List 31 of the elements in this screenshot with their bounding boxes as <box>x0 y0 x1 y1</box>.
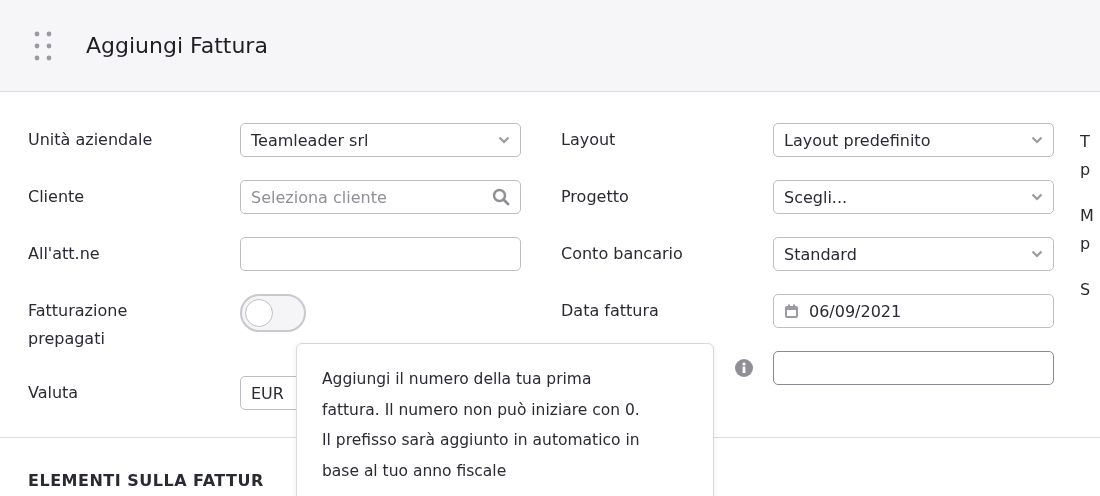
field-label: M p <box>1080 205 1094 255</box>
field-label: Cliente <box>28 186 86 208</box>
input-field[interactable] <box>240 237 521 271</box>
toggle-switch[interactable] <box>240 294 306 332</box>
field-label: Layout <box>561 129 617 151</box>
select-field[interactable]: Teamleader srl <box>240 123 521 157</box>
select-field[interactable]: Layout predefinito <box>773 123 1054 157</box>
field-label: Valuta <box>28 382 80 404</box>
field-label: Data fattura <box>561 300 660 322</box>
drag-handle-icon[interactable] <box>34 30 52 61</box>
chevron-down-icon <box>1031 136 1043 144</box>
date-field[interactable]: 06/09/2021 <box>773 294 1054 328</box>
field-label: All'att.ne <box>28 243 101 265</box>
section-heading: ELEMENTI SULLA FATTUR <box>28 471 264 490</box>
chevron-down-icon <box>1031 250 1043 258</box>
field-label: T p <box>1080 131 1092 181</box>
info-icon[interactable] <box>735 359 753 377</box>
field-label: Unità aziendale <box>28 129 154 151</box>
chevron-down-icon <box>1031 193 1043 201</box>
calendar-icon <box>784 303 799 319</box>
input-field[interactable] <box>773 351 1054 385</box>
field-label: Conto bancario <box>561 243 684 265</box>
field-label: Progetto <box>561 186 630 208</box>
search-icon <box>492 188 510 206</box>
chevron-down-icon <box>498 136 510 144</box>
dialog-title: Aggiungi Fattura <box>86 33 268 58</box>
field-label: Fatturazione prepagati <box>28 300 129 350</box>
select-field[interactable]: Standard <box>773 237 1054 271</box>
field-label: S <box>1080 279 1092 301</box>
select-field[interactable]: Scegli... <box>773 180 1054 214</box>
tooltip-text: Aggiungi il numero della tua prima fattura. Il numero non può iniziare con 0. Il prefisso sarà aggiunto in automatico in base al tuo anno fiscale <box>322 369 641 482</box>
